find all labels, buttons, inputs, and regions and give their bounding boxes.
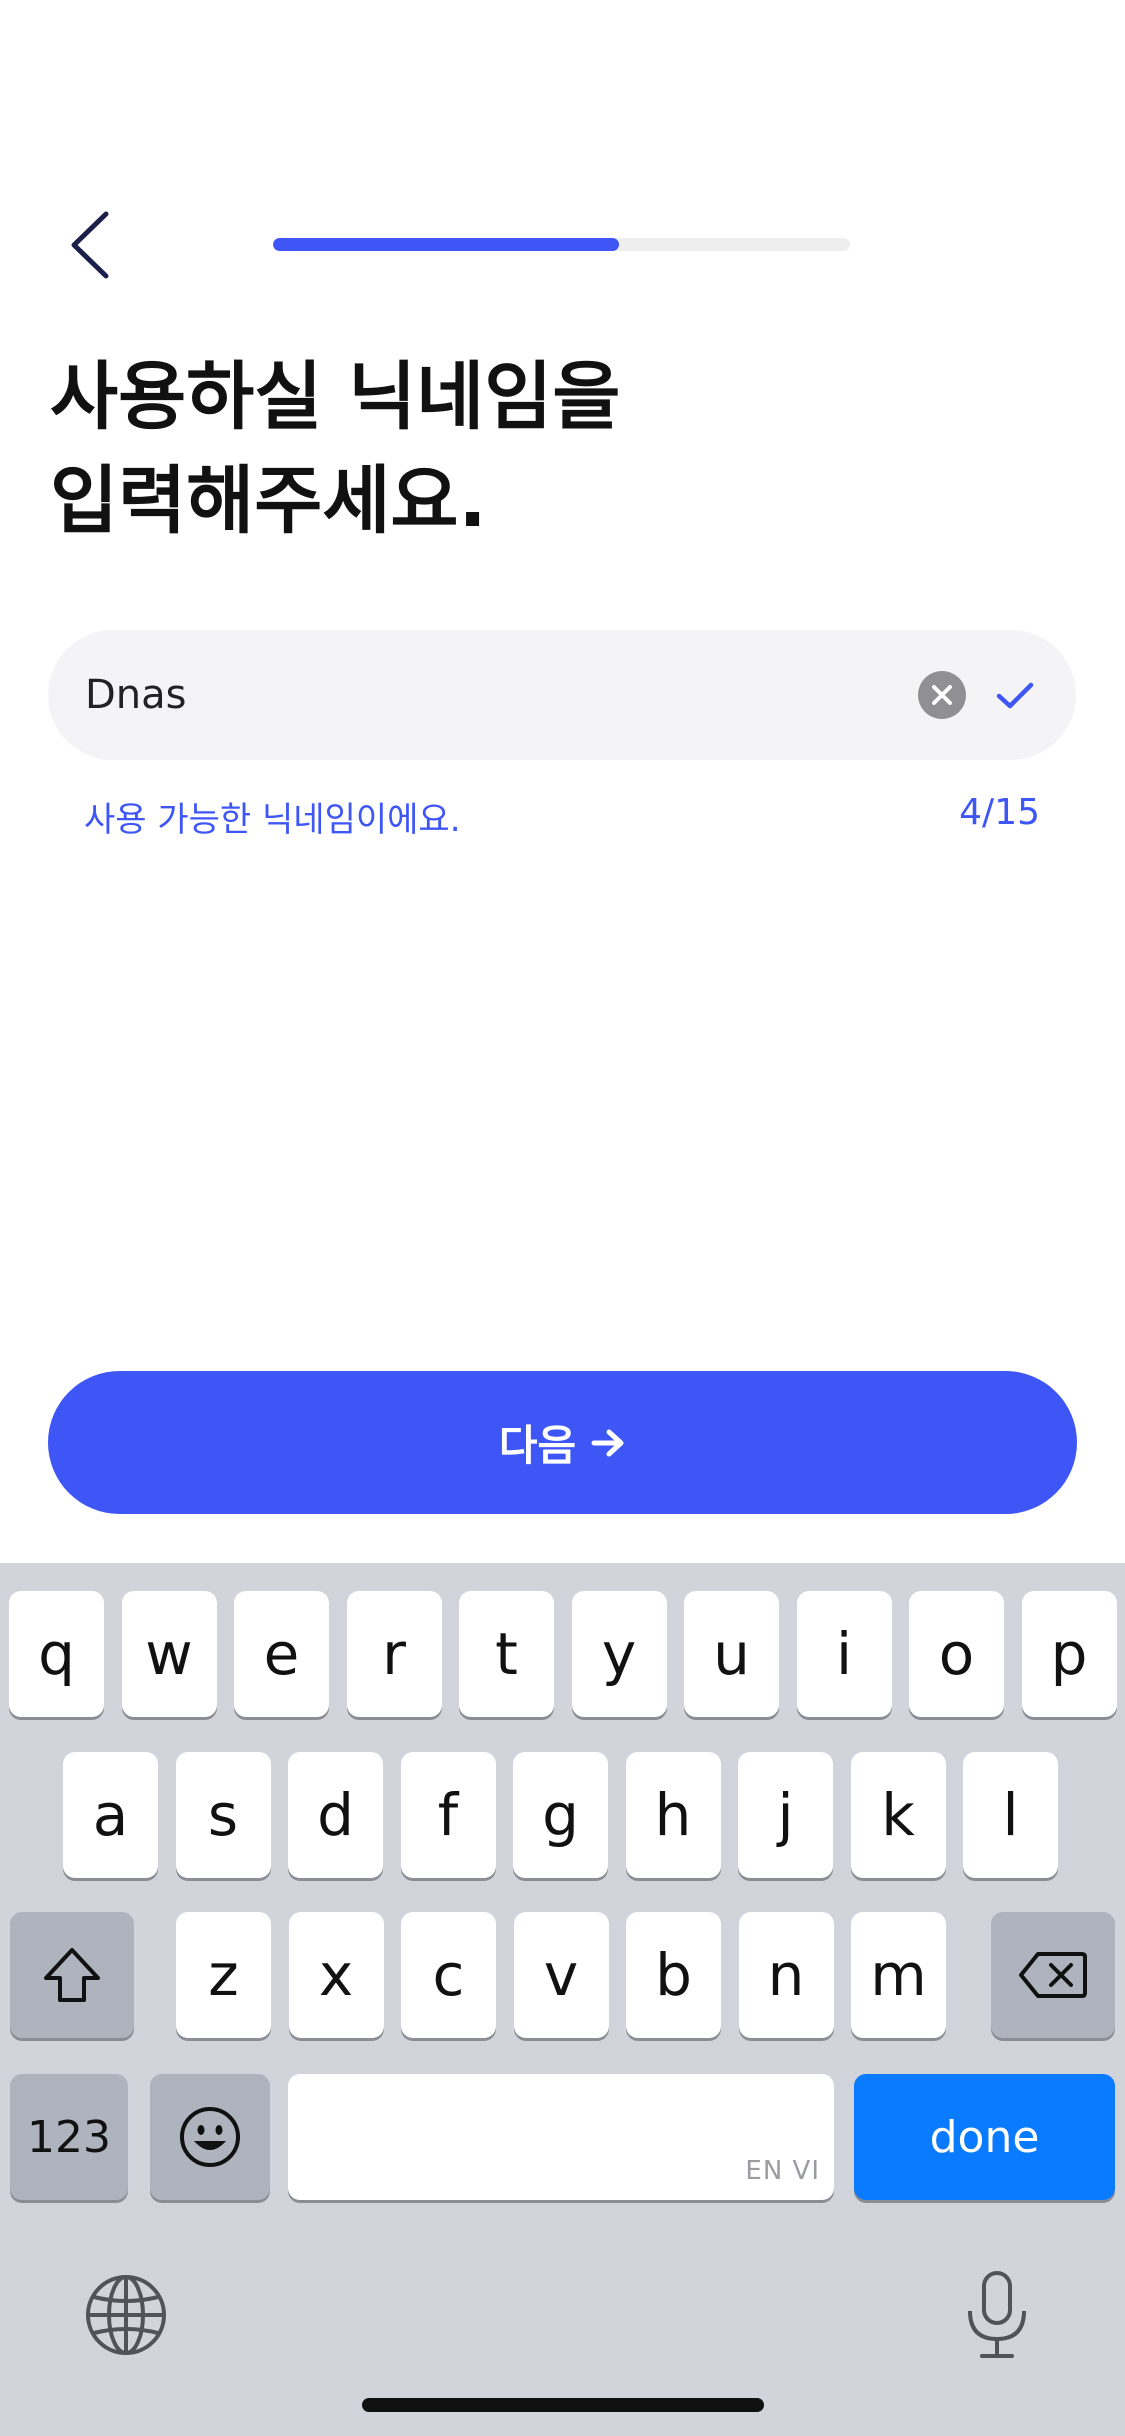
key-x[interactable]: x: [288, 1912, 384, 2038]
key-z[interactable]: z: [176, 1912, 271, 2038]
key-g[interactable]: g: [513, 1752, 608, 1878]
page-title-line1: 사용하실 닉네임을: [50, 354, 621, 440]
key-k[interactable]: k: [850, 1752, 946, 1878]
key-v[interactable]: v: [513, 1912, 609, 2038]
key-c[interactable]: c: [401, 1912, 496, 2038]
backspace-icon: [1019, 1952, 1087, 1998]
chevron-left-icon: [71, 211, 109, 279]
page-title-line2: 입력해주세요.: [50, 458, 487, 544]
nickname-field[interactable]: Dnas: [48, 630, 1076, 760]
progress-bar: [273, 238, 850, 251]
done-key[interactable]: done: [854, 2074, 1115, 2200]
keyboard: qwertyuiop asdfghjkl zxcvbnm 123 EN VI d…: [0, 1563, 1125, 2436]
key-h[interactable]: h: [625, 1752, 721, 1878]
key-u[interactable]: u: [684, 1591, 779, 1717]
space-key[interactable]: EN VI: [288, 2074, 834, 2200]
key-y[interactable]: y: [571, 1591, 667, 1717]
next-button-label: 다음: [498, 1421, 577, 1470]
globe-key[interactable]: [84, 2273, 168, 2357]
key-w[interactable]: w: [121, 1591, 217, 1717]
nickname-helper-text: 사용 가능한 닉네임이에요.: [84, 800, 461, 840]
microphone-icon: [968, 2271, 1026, 2358]
key-q[interactable]: q: [9, 1591, 104, 1717]
back-button[interactable]: [50, 200, 130, 290]
emoji-key[interactable]: [150, 2074, 270, 2200]
arrow-right-icon: [591, 1429, 624, 1456]
key-b[interactable]: b: [626, 1912, 721, 2038]
delete-key[interactable]: [991, 1912, 1115, 2038]
globe-icon: [86, 2275, 166, 2355]
shift-key[interactable]: [10, 1912, 134, 2038]
key-j[interactable]: j: [738, 1752, 833, 1878]
key-o[interactable]: o: [909, 1591, 1004, 1717]
key-n[interactable]: n: [738, 1912, 834, 2038]
key-r[interactable]: r: [346, 1591, 442, 1717]
numbers-key[interactable]: 123: [10, 2074, 128, 2200]
clear-button[interactable]: [918, 671, 966, 719]
next-button[interactable]: 다음: [48, 1371, 1077, 1514]
check-icon: [996, 682, 1034, 709]
key-f[interactable]: f: [400, 1752, 496, 1878]
key-m[interactable]: m: [851, 1912, 946, 2038]
key-l[interactable]: l: [963, 1752, 1058, 1878]
shift-icon: [44, 1948, 100, 2002]
character-counter: 4/15: [959, 792, 1040, 833]
key-a[interactable]: a: [63, 1752, 158, 1878]
key-s[interactable]: s: [175, 1752, 271, 1878]
key-i[interactable]: i: [796, 1591, 892, 1717]
progress-bar-fill: [273, 238, 620, 251]
page-title: 사용하실 닉네임을 입력해주세요.: [50, 345, 950, 553]
nickname-input[interactable]: Dnas: [85, 630, 187, 760]
key-p[interactable]: p: [1021, 1591, 1117, 1717]
key-d[interactable]: d: [288, 1752, 383, 1878]
home-indicator: [362, 2398, 764, 2412]
space-key-language-hint: EN VI: [745, 2156, 820, 2186]
clear-circle-icon: [932, 685, 952, 705]
key-t[interactable]: t: [459, 1591, 554, 1717]
key-e[interactable]: e: [234, 1591, 329, 1717]
emoji-icon: [180, 2107, 240, 2167]
dictation-key[interactable]: [960, 2269, 1034, 2361]
